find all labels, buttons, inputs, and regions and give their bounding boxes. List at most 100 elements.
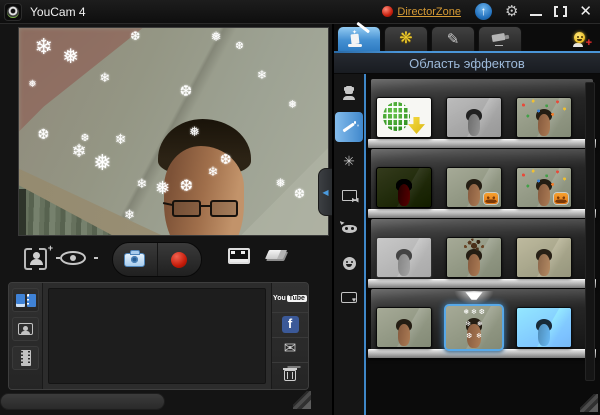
tab-surveillance[interactable] <box>478 26 522 51</box>
shelf-row-1 <box>371 78 593 148</box>
effect-thumbnail[interactable] <box>376 167 432 208</box>
heart-icon: ♥ <box>352 297 356 304</box>
emotion-plus-icon: + <box>586 37 592 49</box>
category-emotions[interactable] <box>334 248 364 278</box>
shelf-row-2 <box>371 148 593 218</box>
magic-hat-wand-icon: ✦ <box>348 30 370 48</box>
shelf-edge <box>368 209 596 218</box>
effect-thumbnail[interactable] <box>446 237 502 278</box>
effect-thumbnail[interactable] <box>516 307 572 348</box>
face-login-button[interactable]: + <box>24 246 51 269</box>
effect-thumbnail[interactable] <box>446 97 502 138</box>
app-title: YouCam 4 <box>30 5 86 19</box>
pencil-icon: ✎ <box>447 32 460 47</box>
settings-gear-icon[interactable]: ⚙ <box>505 1 518 23</box>
trash-icon <box>284 367 296 381</box>
snowflake-icon: ❆ <box>130 30 140 42</box>
smiley-icon <box>343 257 356 270</box>
category-masks[interactable] <box>334 214 364 244</box>
snowflake-icon: ❆ <box>294 187 305 200</box>
directorzone-status-icon <box>382 6 393 17</box>
display-mode-button[interactable] <box>228 248 250 264</box>
wand-icon <box>341 120 357 134</box>
snowflake-icon: ❆ <box>235 42 243 52</box>
share-email-button[interactable]: ✉ <box>272 337 308 361</box>
titlebar: YouCam 4 DirectorZone ↑ ⚙ ✕ <box>0 0 600 24</box>
minimize-button[interactable] <box>530 6 542 18</box>
delete-media-button[interactable] <box>272 362 308 386</box>
effects-shelf <box>366 74 600 415</box>
category-frames[interactable] <box>334 180 364 210</box>
right-resize-grip[interactable] <box>580 394 598 412</box>
snowflake-icon: ❅ <box>275 177 285 189</box>
maximize-button[interactable] <box>554 6 567 17</box>
collapse-arrow-icon: ◀ <box>322 188 328 197</box>
splash-icon: ✳ <box>343 154 355 168</box>
media-gallery: YouTube f ✉ <box>8 282 309 390</box>
left-resize-grip[interactable] <box>293 391 311 409</box>
effect-thumbnail[interactable] <box>516 97 572 138</box>
record-button[interactable] <box>158 243 202 276</box>
snowflake-icon: ❄ <box>34 36 52 58</box>
gallery-tab-videos[interactable] <box>12 346 39 370</box>
snowflake-icon: ❄ <box>72 142 87 160</box>
effect-thumbnail[interactable] <box>516 167 572 208</box>
face-login-plus-icon: + <box>48 243 53 253</box>
category-avatars[interactable] <box>334 78 364 108</box>
category-scenes[interactable]: ♥ <box>334 282 364 312</box>
effect-thumbnail[interactable] <box>376 307 432 348</box>
effect-categories: ✳ ♥ <box>334 74 364 415</box>
effect-thumbnail-selected[interactable] <box>446 307 502 348</box>
surveillance-camera-icon <box>492 32 509 46</box>
face-login-head-icon <box>33 252 40 259</box>
category-effects[interactable] <box>335 112 363 142</box>
shelf-edge <box>368 279 596 288</box>
share-facebook-button[interactable]: f <box>272 312 308 336</box>
category-particles[interactable]: ✳ <box>334 146 364 176</box>
gallery-tab-photos[interactable] <box>12 317 39 341</box>
snowflake-icon: ❆ <box>81 134 89 144</box>
envelope-icon: ✉ <box>284 342 297 356</box>
share-youtube-button[interactable]: YouTube <box>272 287 308 311</box>
panel-collapse-handle[interactable]: ◀ <box>318 168 332 216</box>
snowflake-icon: ❆ <box>220 152 232 166</box>
frame-icon <box>342 190 357 201</box>
shelf-edge <box>368 139 596 148</box>
tab-gadgets[interactable]: ❋ <box>384 26 428 51</box>
tab-draw[interactable]: ✎ <box>431 26 475 51</box>
directorzone-link[interactable]: DirectorZone <box>397 6 461 18</box>
snowflake-icon: ❄ <box>257 69 267 81</box>
tab-effects-room[interactable]: ✦ <box>337 26 381 51</box>
eraser-button[interactable] <box>265 250 287 259</box>
youcam-window: YouCam 4 DirectorZone ↑ ⚙ ✕ <box>0 0 600 415</box>
snapshot-button[interactable] <box>113 243 158 276</box>
snowflake-icon: ❅ <box>155 179 170 197</box>
capture-controls <box>112 242 202 277</box>
effect-thumbnail[interactable] <box>446 167 502 208</box>
effects-tabs-row: ✦ ❋ ✎ + <box>334 24 600 51</box>
snowflake-icon: ❆ <box>38 127 50 141</box>
snowflake-icon: ❅ <box>93 152 111 174</box>
upgrade-icon[interactable]: ↑ <box>475 3 492 20</box>
add-emotion-button[interactable]: + <box>573 32 591 47</box>
face-login-body-icon <box>30 259 43 265</box>
youcam-logo-icon <box>4 3 22 21</box>
camera-icon <box>124 253 145 267</box>
effects-vertical-scrollbar[interactable] <box>585 82 595 381</box>
mask-icon <box>342 225 357 233</box>
snowflake-layer: ❄❅❆❄❅❆❄❅❆❄❅❆❄❅❆❄❅❆❄❅❆❄❅❆ <box>19 28 328 235</box>
share-strip: YouTube f ✉ <box>271 283 308 389</box>
main-area: ❄❅❆❄❅❆❄❅❆❄❅❆❄❅❆❄❅❆❄❅❆❄❅❆ ◀ + <box>0 24 600 415</box>
effect-thumbnail[interactable] <box>516 237 572 278</box>
snowflake-icon: ❄ <box>99 71 110 84</box>
gallery-horizontal-scrollbar[interactable] <box>0 393 165 410</box>
close-button[interactable]: ✕ <box>579 2 592 22</box>
record-dot-icon <box>171 252 187 268</box>
scene-frame-icon: ♥ <box>341 292 357 303</box>
preview-eye-button[interactable] <box>60 251 86 265</box>
gallery-content-empty[interactable] <box>48 288 266 384</box>
gallery-tab-all-media[interactable] <box>12 288 39 312</box>
effect-thumbnail[interactable] <box>376 237 432 278</box>
effect-thumbnail-download[interactable] <box>376 97 432 138</box>
snowflake-icon: ❄ <box>207 165 218 178</box>
